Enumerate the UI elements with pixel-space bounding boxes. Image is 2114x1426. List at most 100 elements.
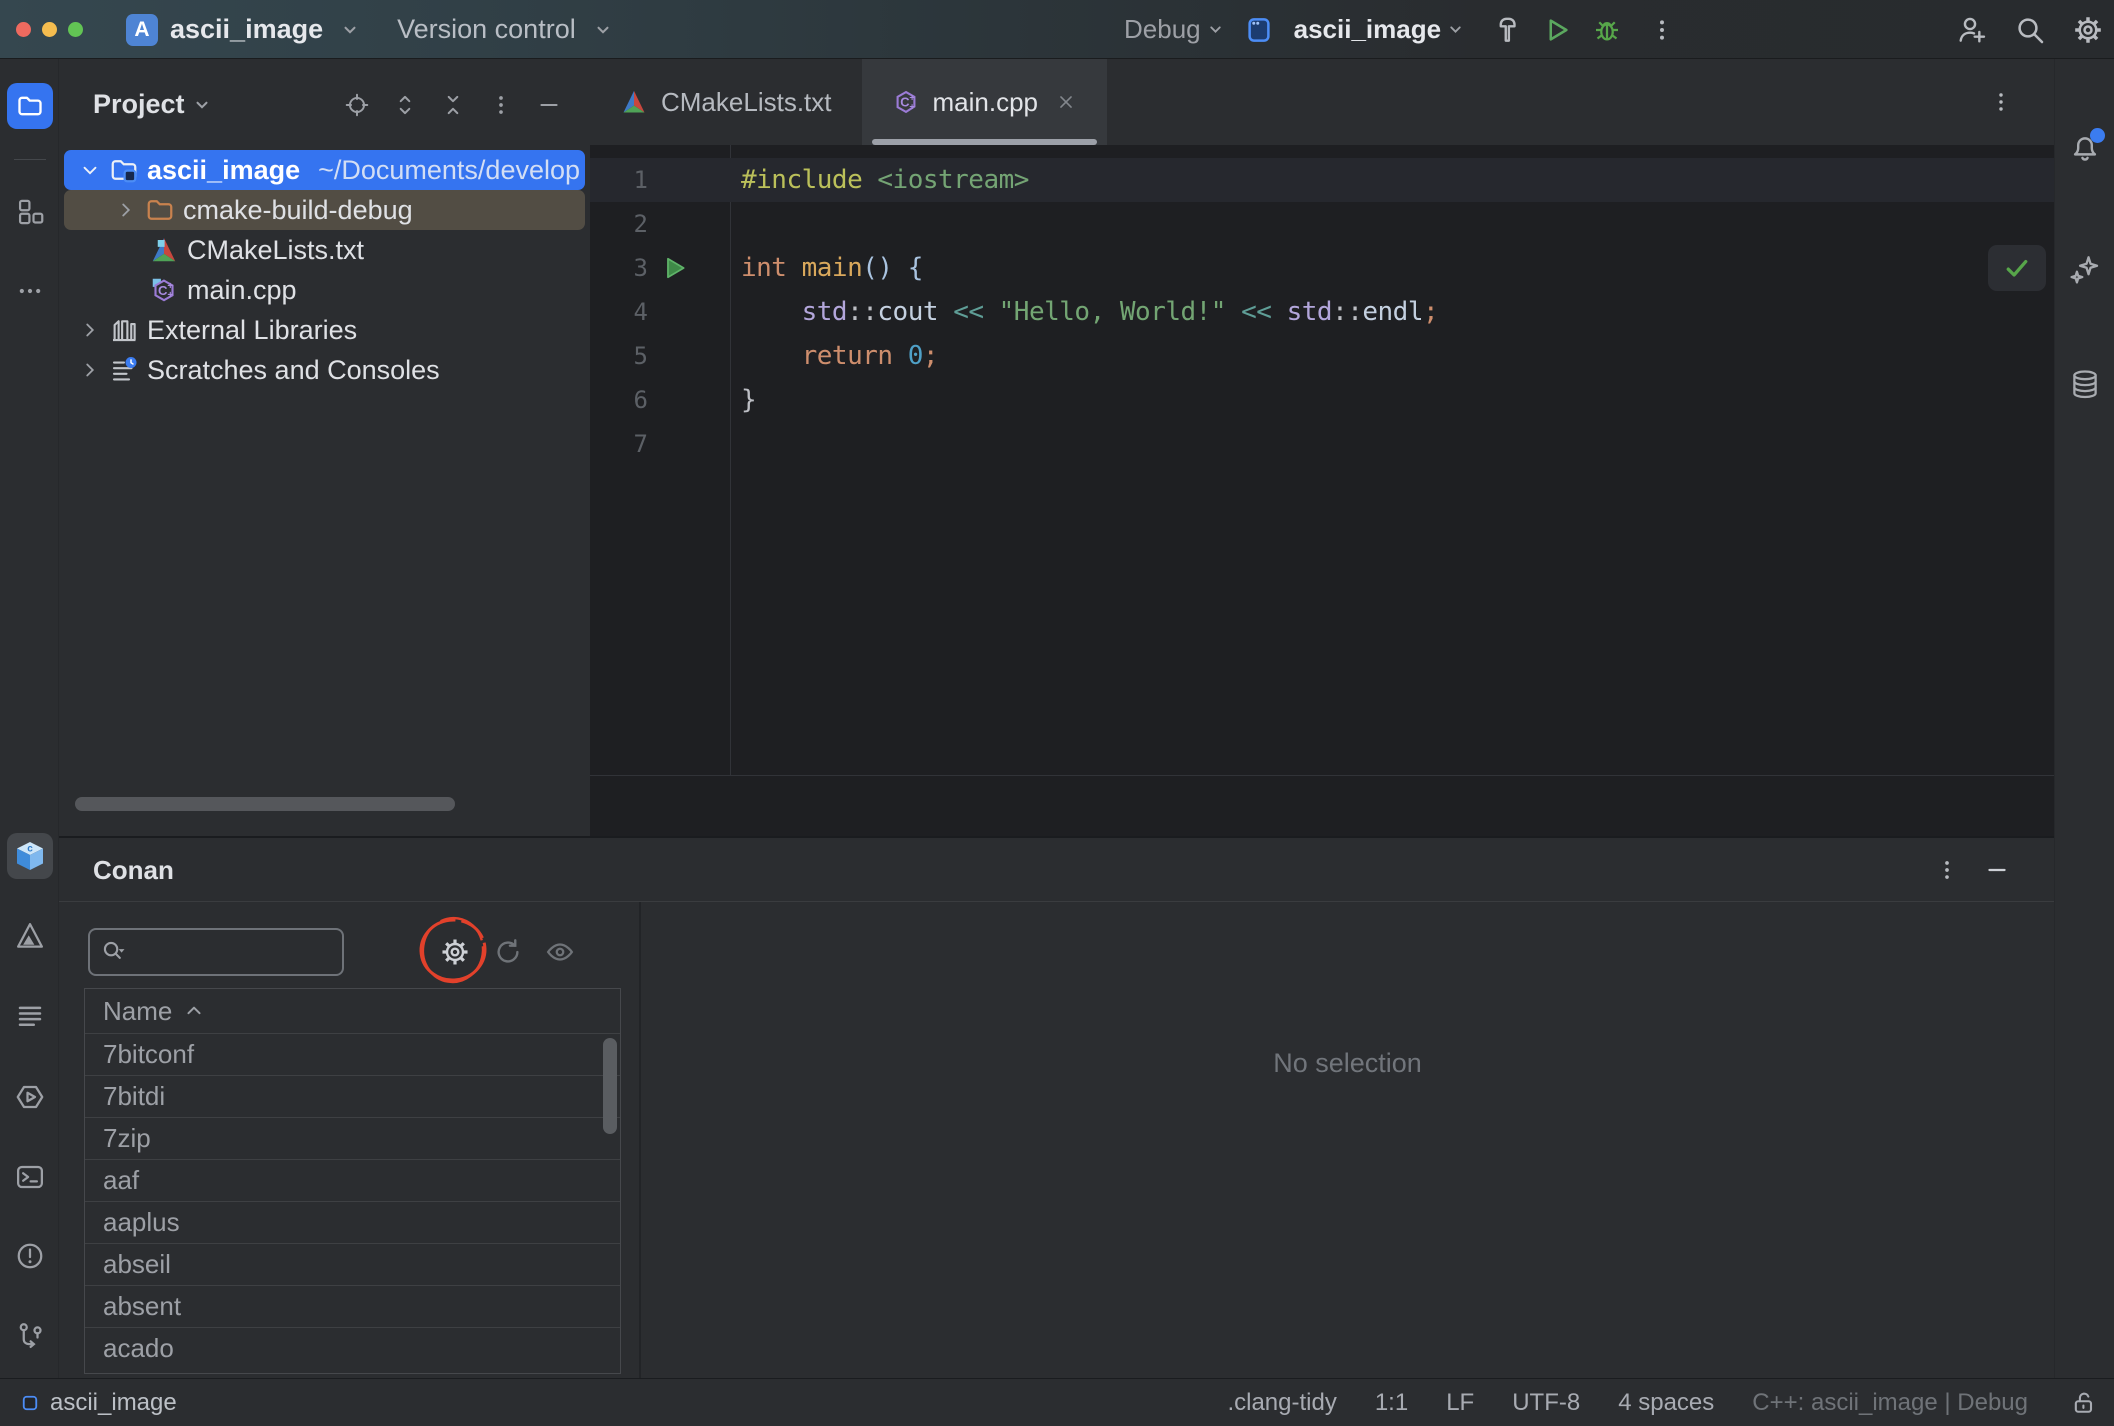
rail-divider — [14, 159, 46, 160]
status-item[interactable]: 1:1 — [1375, 1389, 1408, 1417]
list-item[interactable]: acado — [85, 1327, 620, 1369]
run-config-selector[interactable]: Debug — [1124, 14, 1224, 45]
inspections-widget[interactable] — [1988, 245, 2046, 291]
list-item[interactable]: 7zip — [85, 1117, 620, 1159]
cmake-tool-button[interactable] — [7, 913, 53, 959]
hide-panel-icon[interactable] — [536, 92, 562, 118]
chevron-down-icon[interactable] — [79, 159, 101, 181]
run-line-icon[interactable] — [662, 255, 688, 281]
horizontal-scrollbar[interactable] — [75, 797, 455, 811]
collapse-all-icon[interactable] — [440, 92, 466, 118]
list-item[interactable]: aaplus — [85, 1201, 620, 1243]
build-hammer-icon[interactable] — [1492, 15, 1522, 45]
gear-icon — [439, 936, 471, 968]
conan-refresh-button[interactable] — [491, 935, 525, 969]
notifications-button[interactable] — [2068, 128, 2105, 165]
status-project-widget[interactable]: ascii_image — [20, 1379, 177, 1426]
tree-row-main-cpp[interactable]: C + + main.cpp — [64, 270, 585, 310]
status-item[interactable]: .clang-tidy — [1227, 1389, 1336, 1417]
code-editor[interactable]: 1 #include <iostream> 2 3 int main() {4 std:… — [590, 145, 2054, 836]
maximize-window-button[interactable] — [68, 22, 83, 37]
minimize-window-button[interactable] — [42, 22, 57, 37]
line-number[interactable]: 7 — [590, 430, 648, 458]
close-window-button[interactable] — [16, 22, 31, 37]
tab-label: CMakeLists.txt — [661, 86, 832, 117]
line-number[interactable]: 1 — [590, 166, 648, 194]
status-item[interactable]: LF — [1446, 1389, 1474, 1417]
list-item[interactable]: aaf — [85, 1159, 620, 1201]
code-line: 2 — [590, 202, 2054, 246]
list-item[interactable]: 7bitdi — [85, 1075, 620, 1117]
empty-state-text: No selection — [1273, 1048, 1422, 1078]
search-icon[interactable] — [2014, 14, 2046, 46]
project-folder-icon — [109, 155, 139, 185]
column-header-name[interactable]: Name — [85, 989, 620, 1033]
messages-tool-button[interactable] — [7, 993, 53, 1039]
package-list: 7bitconf 7bitdi 7zip aaf aaplus abseil absent a… — [85, 1033, 620, 1369]
unlock-icon[interactable] — [2070, 1389, 2098, 1417]
line-number[interactable]: 4 — [590, 298, 648, 326]
conan-settings-button[interactable] — [438, 935, 472, 969]
project-widget[interactable]: ascii_image — [170, 14, 323, 45]
tree-row-project-root[interactable]: ascii_image ~/Documents/develop — [64, 150, 585, 190]
line-number[interactable]: 5 — [590, 342, 648, 370]
search-input[interactable] — [128, 937, 318, 967]
code-line: 7 — [590, 422, 2054, 466]
conan-inspect-button[interactable] — [543, 935, 577, 969]
expand-all-icon[interactable] — [392, 92, 418, 118]
tree-path: ~/Documents/develop — [318, 154, 581, 185]
more-options-icon[interactable] — [1934, 857, 1960, 883]
problems-tool-button[interactable] — [7, 1233, 53, 1279]
tab-cmakelists[interactable]: CMakeLists.txt — [590, 59, 862, 145]
run-button[interactable] — [1542, 15, 1572, 45]
vertical-scrollbar[interactable] — [603, 1038, 617, 1134]
right-tool-rail — [2054, 59, 2114, 1378]
list-item[interactable]: absent — [85, 1285, 620, 1327]
list-item[interactable]: 7bitconf — [85, 1033, 620, 1075]
list-item[interactable]: abseil — [85, 1243, 620, 1285]
search-field[interactable] — [88, 928, 344, 976]
chevron-right-icon[interactable] — [79, 359, 101, 381]
tree-row-cmakelists[interactable]: CMakeLists.txt — [64, 230, 585, 270]
more-tools-button[interactable] — [7, 268, 53, 314]
hide-panel-icon[interactable] — [1984, 857, 2010, 883]
chevron-right-icon[interactable] — [115, 199, 137, 221]
tab-options-menu[interactable] — [1988, 59, 2014, 145]
conan-tool-button[interactable]: c — [7, 833, 53, 879]
close-icon[interactable] — [1055, 91, 1077, 113]
refresh-icon — [493, 937, 523, 967]
tree-row-scratches[interactable]: Scratches and Consoles — [64, 350, 585, 390]
structure-tool-button[interactable] — [7, 189, 53, 235]
chevron-right-icon[interactable] — [79, 319, 101, 341]
status-context[interactable]: C++: ascii_image | Debug — [1752, 1389, 2028, 1417]
services-tool-button[interactable] — [7, 1074, 53, 1120]
terminal-tool-button[interactable] — [7, 1154, 53, 1200]
run-target-selector[interactable]: ascii_image — [1294, 14, 1464, 45]
ai-assistant-button[interactable] — [2068, 253, 2102, 287]
project-tool-button[interactable] — [7, 83, 53, 129]
line-number[interactable]: 6 — [590, 386, 648, 414]
app-icon[interactable]: A — [126, 13, 158, 46]
tab-label: main.cpp — [932, 86, 1039, 117]
code-text: std::cout << "Hello, World!" << std::end… — [801, 297, 1439, 327]
tree-label: External Libraries — [147, 314, 358, 345]
status-item[interactable]: 4 spaces — [1618, 1389, 1714, 1417]
locate-file-icon[interactable] — [344, 92, 370, 118]
vcs-widget[interactable]: Version control — [397, 14, 576, 45]
project-panel-title[interactable]: Project — [93, 89, 211, 120]
status-item[interactable]: UTF-8 — [1512, 1389, 1580, 1417]
tree-row-external-libraries[interactable]: External Libraries — [64, 310, 585, 350]
line-number[interactable]: 2 — [590, 210, 648, 238]
add-user-icon[interactable] — [1956, 14, 1988, 46]
library-icon — [109, 315, 139, 345]
debug-button[interactable] — [1592, 15, 1622, 45]
vcs-tool-button[interactable] — [7, 1313, 53, 1359]
conan-split-divider[interactable] — [639, 902, 641, 1378]
line-number[interactable]: 3 — [590, 254, 648, 282]
gear-icon[interactable] — [2072, 14, 2104, 46]
tree-row-cmake-build-debug[interactable]: cmake-build-debug — [64, 190, 585, 230]
database-button[interactable] — [2068, 368, 2102, 402]
more-options-icon[interactable] — [488, 92, 514, 118]
tab-main-cpp[interactable]: C + + main.cpp — [861, 59, 1107, 145]
more-vertical-icon[interactable] — [1648, 16, 1676, 44]
